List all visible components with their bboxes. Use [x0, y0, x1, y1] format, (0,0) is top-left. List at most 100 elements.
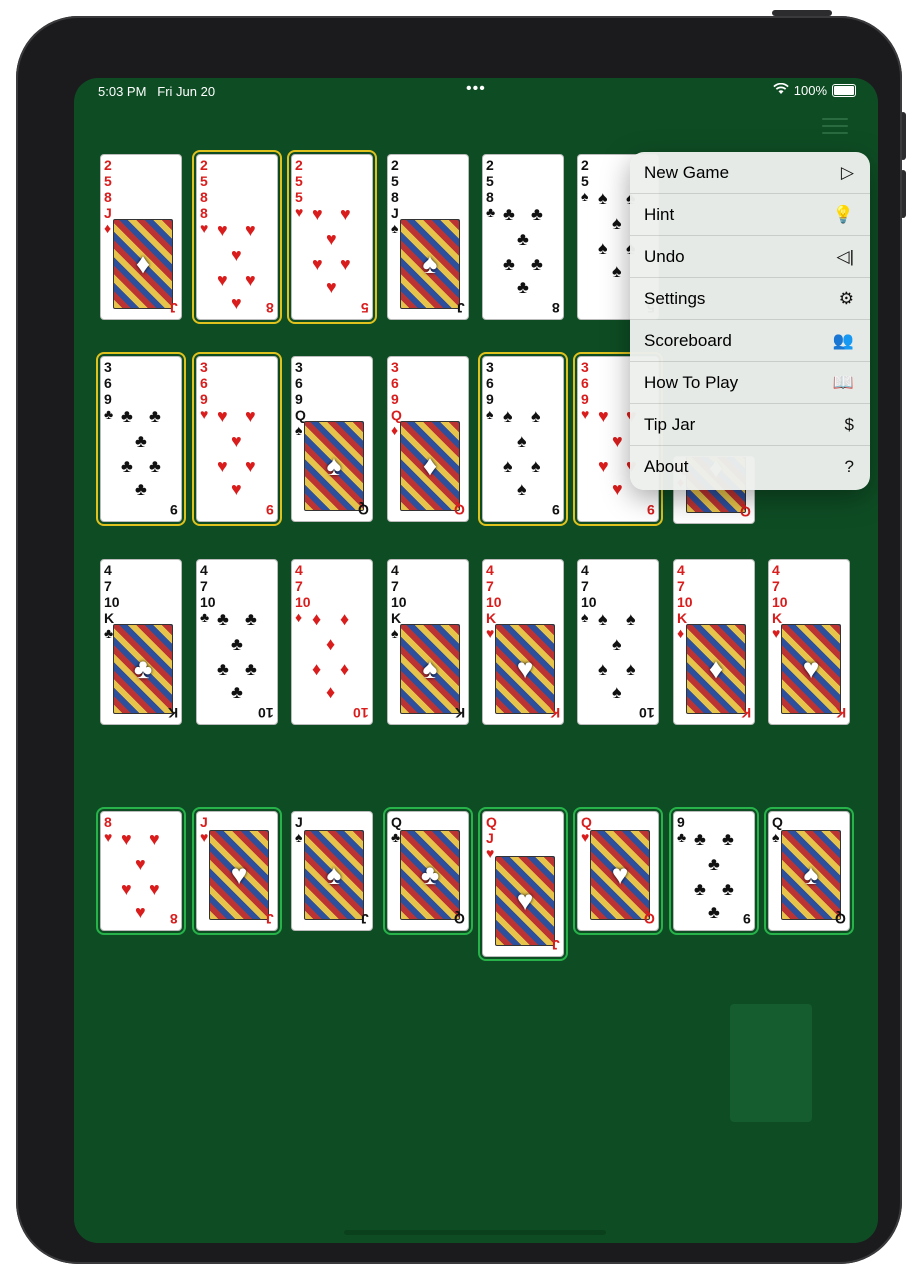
- card-pile[interactable]: 2 5 5 ♥ ♥ ♥ ♥ ♥ ♥ ♥ 5: [287, 150, 377, 324]
- suit-pip-icon: ♥: [340, 254, 351, 274]
- hamburger-menu-icon[interactable]: [822, 118, 848, 140]
- top-card-rank: 5: [295, 189, 303, 205]
- card-pile[interactable]: 4 7 10 ♠ ♠ ♠ ♠ ♠ ♠ ♠ 10: [577, 559, 659, 725]
- card-pile[interactable]: 2 5 8 J ♦ ♦ J: [100, 154, 182, 320]
- court-card-art: ♥: [781, 624, 841, 714]
- gear-icon: ⚙: [838, 288, 854, 308]
- bottom-rank: 8: [266, 300, 274, 316]
- bottom-rank: Q: [358, 502, 369, 518]
- court-card-art: ♥: [590, 830, 650, 920]
- menu-item-settings[interactable]: Settings ⚙: [630, 278, 870, 320]
- suit-pip-icon: ♣: [135, 431, 147, 451]
- suit-pip-icon: ♠: [503, 456, 513, 476]
- stacked-card-rank: 4: [104, 562, 112, 578]
- suit-icon: ♥: [200, 829, 209, 845]
- menu-item-about[interactable]: About?: [630, 446, 870, 488]
- card-pile[interactable]: 4 7 10 ♦ ♦ ♦ ♦ ♦ ♦ ♦ 10: [291, 559, 373, 725]
- suit-icon: ♣: [200, 609, 210, 625]
- home-indicator[interactable]: [344, 1230, 606, 1235]
- suit-pip-icon: ♠: [598, 659, 608, 679]
- menu-item-label: Settings: [644, 288, 706, 308]
- suit-pip-icon: ♥: [121, 879, 132, 899]
- stacked-card-rank: 6: [486, 375, 494, 391]
- card-pile[interactable]: J ♥ ♥ J: [192, 807, 282, 935]
- card-pile[interactable]: 4 7 10 K ♥ ♥ K: [482, 559, 564, 725]
- card-pile[interactable]: Q ♣ ♣ Q: [383, 807, 473, 935]
- top-card-rank: 9: [486, 391, 494, 407]
- suit-icon: ♦: [708, 653, 724, 684]
- stacked-card-rank: 4: [677, 562, 685, 578]
- suit-icon: ♣: [391, 829, 401, 845]
- card-pile[interactable]: 3 6 9 Q ♦ ♦ Q: [387, 356, 469, 522]
- top-card-rank: K: [104, 610, 115, 626]
- stacked-card-rank: 5: [391, 173, 399, 189]
- menu-item-hint[interactable]: Hint 💡: [630, 194, 870, 236]
- suit-pip-icon: ♣: [121, 456, 133, 476]
- card-pile[interactable]: 4 7 10 ♣ ♣ ♣ ♣ ♣ ♣ ♣ 10: [196, 559, 278, 725]
- bottom-rank: J: [170, 300, 178, 316]
- bottom-rank: J: [266, 911, 274, 927]
- stacked-card-rank: 10: [677, 594, 693, 610]
- suit-pip-icon: ♦: [312, 609, 322, 629]
- wifi-icon: [773, 82, 789, 98]
- card-pile[interactable]: 3 6 9 ♣ ♣ ♣ ♣ ♣ ♣ ♣ 9: [96, 352, 186, 526]
- menu-item-scoreboard[interactable]: Scoreboard 👥: [630, 320, 870, 362]
- card-pile[interactable]: Q ♠ ♠ Q: [764, 807, 854, 935]
- card-pile[interactable]: Q J ♥ ♥ J: [478, 807, 568, 961]
- card-pile[interactable]: 3 6 9 ♠ ♠ ♠ ♠ ♠ ♠ ♠ 9: [478, 352, 568, 526]
- card-pile[interactable]: Q ♥ ♥ Q: [573, 807, 663, 935]
- suit-pip-icon: ♦: [312, 659, 322, 679]
- dollar-icon: $: [844, 414, 854, 434]
- bottom-rank: 9: [266, 502, 274, 518]
- card-pile[interactable]: 4 7 10 K ♣ ♣ K: [100, 559, 182, 725]
- suit-icon: ♥: [581, 406, 590, 422]
- suit-icon: ♥: [230, 859, 248, 890]
- bottom-rank: Q: [454, 502, 465, 518]
- bottom-rank: J: [457, 300, 465, 316]
- court-card-art: ♥: [495, 856, 555, 946]
- bottom-rank: 9: [743, 911, 751, 927]
- multitasking-dots-icon[interactable]: •••: [466, 80, 486, 98]
- stacked-card-rank: 2: [391, 157, 399, 173]
- top-card-rank: Q: [772, 814, 783, 830]
- menu-item-new-game[interactable]: New Game ▷: [630, 152, 870, 194]
- card-pile[interactable]: 2 5 8 ♣ ♣ ♣ ♣ ♣ ♣ ♣ 8: [482, 154, 564, 320]
- suit-pip-icon: ♥: [135, 854, 146, 874]
- suit-pip-icon: ♠: [598, 609, 608, 629]
- suit-icon: ♠: [326, 450, 342, 481]
- card-pile[interactable]: J ♠ ♠ J: [291, 811, 373, 931]
- suit-pip-icon: ♣: [217, 659, 229, 679]
- card-pile[interactable]: 8 ♥ ♥ ♥ ♥ ♥ ♥ ♥ 8: [96, 807, 186, 935]
- stacked-card-rank: 3: [486, 359, 494, 375]
- menu-item-how-to-play[interactable]: How To Play 📖: [630, 362, 870, 404]
- suit-icon: ♠: [422, 653, 438, 684]
- suit-pip-icon: ♥: [612, 479, 623, 499]
- card-pile[interactable]: 9 ♣ ♣ ♣ ♣ ♣ ♣ ♣ 9: [669, 807, 759, 935]
- stacked-card-rank: 7: [581, 578, 589, 594]
- suit-pip-icon: ♦: [326, 682, 336, 702]
- stacked-card-rank: 2: [200, 157, 208, 173]
- card-pile[interactable]: 369♥♥♥♥♥♥♥9: [192, 352, 282, 526]
- suit-icon: ♠: [295, 829, 303, 845]
- stock-pile-placeholder[interactable]: [730, 1004, 812, 1122]
- card-pile[interactable]: 4 7 10 K ♠ ♠ K: [387, 559, 469, 725]
- suit-pip-icon: ♥: [245, 270, 256, 290]
- card-pile[interactable]: 2 5 8 8 ♥ ♥ ♥ ♥ ♥ ♥ ♥ 8: [192, 150, 282, 324]
- suit-pip-icon: ♣: [231, 634, 243, 654]
- stacked-card-rank: 8: [391, 189, 399, 205]
- bottom-rank: K: [835, 705, 846, 721]
- top-card-rank: 8: [200, 205, 208, 221]
- suit-pip-icon: ♣: [694, 879, 706, 899]
- menu-item-undo[interactable]: Undo ◁|: [630, 236, 870, 278]
- suit-icon: ♣: [133, 653, 153, 684]
- stacked-card-rank: 4: [391, 562, 399, 578]
- card-pile[interactable]: 3 6 9 Q ♠ ♠ Q: [291, 356, 373, 522]
- menu-item-label: Hint: [644, 204, 675, 224]
- stacked-card-rank: 10: [104, 594, 120, 610]
- top-card-rank: 9: [200, 391, 208, 407]
- menu-item-tip-jar[interactable]: Tip Jar $: [630, 404, 870, 446]
- card-pile[interactable]: 4 7 10 K ♥ ♥ K: [768, 559, 850, 725]
- status-time-date: 5:03 PM Fri Jun 20: [98, 84, 215, 99]
- card-pile[interactable]: 4 7 10 K ♦ ♦ K: [673, 559, 755, 725]
- card-pile[interactable]: 2 5 8 J ♠ ♠ J: [387, 154, 469, 320]
